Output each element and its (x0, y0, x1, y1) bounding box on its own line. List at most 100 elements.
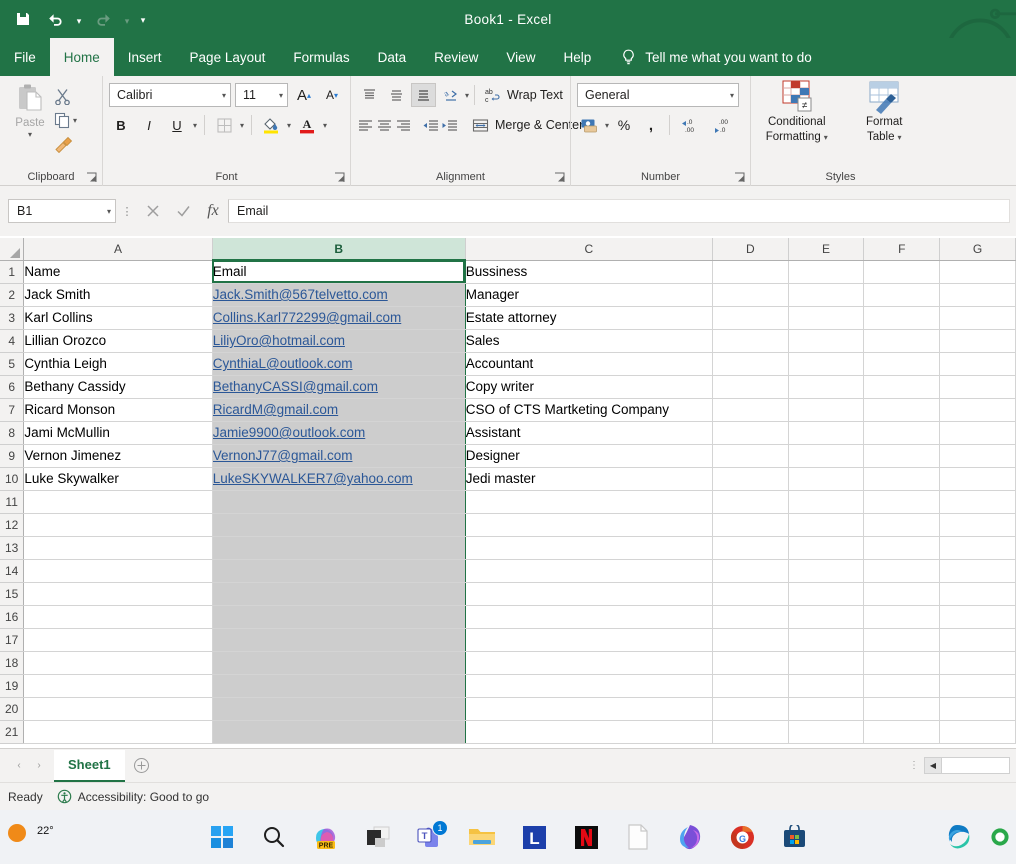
cell-A17[interactable] (24, 628, 212, 651)
cell-B16[interactable] (212, 605, 465, 628)
format-as-table-dropdown-icon[interactable]: ▾ (897, 133, 901, 142)
cell-F9[interactable] (864, 444, 940, 467)
cell-A14[interactable] (24, 559, 212, 582)
cell-F3[interactable] (864, 306, 940, 329)
cell-F5[interactable] (864, 352, 940, 375)
cell-F7[interactable] (864, 398, 940, 421)
cell-B11[interactable] (212, 490, 465, 513)
decrease-decimal-button[interactable]: .00 .0 (709, 113, 739, 137)
borders-button[interactable] (212, 113, 236, 137)
cell-A7[interactable]: Ricard Monson (24, 398, 212, 421)
cell-D7[interactable] (712, 398, 788, 421)
row-header-9[interactable]: 9 (0, 444, 24, 467)
netflix-icon[interactable] (569, 820, 603, 854)
cell-D17[interactable] (712, 628, 788, 651)
email-link[interactable]: CynthiaL@outlook.com (213, 356, 353, 371)
cell-D6[interactable] (712, 375, 788, 398)
redo-icon[interactable] (88, 4, 118, 34)
cell-G18[interactable] (940, 651, 1016, 674)
cell-D13[interactable] (712, 536, 788, 559)
cell-C6[interactable]: Copy writer (465, 375, 712, 398)
cell-B10[interactable]: LukeSKYWALKER7@yahoo.com (212, 467, 465, 490)
font-dialog-launcher-icon[interactable] (334, 172, 345, 183)
row-header-17[interactable]: 17 (0, 628, 24, 651)
orientation-button[interactable]: a (438, 83, 463, 107)
row-header-15[interactable]: 15 (0, 582, 24, 605)
row-header-6[interactable]: 6 (0, 375, 24, 398)
cell-D16[interactable] (712, 605, 788, 628)
align-right-button[interactable] (395, 113, 412, 137)
cell-E18[interactable] (788, 651, 864, 674)
italic-button[interactable]: I (137, 113, 161, 137)
cell-E21[interactable] (788, 720, 864, 743)
tab-view[interactable]: View (492, 38, 549, 76)
cell-A6[interactable]: Bethany Cassidy (24, 375, 212, 398)
decrease-indent-button[interactable] (422, 113, 439, 137)
underline-dropdown-icon[interactable]: ▾ (193, 121, 197, 130)
font-size-combo[interactable]: 11 ▾ (235, 83, 288, 107)
cell-E8[interactable] (788, 421, 864, 444)
tab-home[interactable]: Home (50, 38, 114, 76)
column-header-g[interactable]: G (940, 238, 1016, 260)
redo-dropdown-icon[interactable]: ▾ (120, 4, 134, 34)
cell-E17[interactable] (788, 628, 864, 651)
cell-F13[interactable] (864, 536, 940, 559)
cell-E12[interactable] (788, 513, 864, 536)
column-header-d[interactable]: D (712, 238, 788, 260)
cancel-entry-button[interactable] (138, 199, 168, 223)
green-app-icon[interactable] (990, 820, 1010, 854)
cell-E11[interactable] (788, 490, 864, 513)
scroll-split-grip[interactable]: ⋮ (904, 760, 924, 771)
cell-F10[interactable] (864, 467, 940, 490)
increase-indent-button[interactable] (441, 113, 458, 137)
cell-F18[interactable] (864, 651, 940, 674)
tab-formulas[interactable]: Formulas (279, 38, 363, 76)
tab-data[interactable]: Data (364, 38, 421, 76)
percent-style-button[interactable]: % (612, 113, 636, 137)
cell-G11[interactable] (940, 490, 1016, 513)
underline-button[interactable]: U (165, 113, 189, 137)
cell-A8[interactable]: Jami McMullin (24, 421, 212, 444)
cell-E4[interactable] (788, 329, 864, 352)
cell-C13[interactable] (465, 536, 712, 559)
row-header-18[interactable]: 18 (0, 651, 24, 674)
cell-G6[interactable] (940, 375, 1016, 398)
start-icon[interactable] (205, 820, 239, 854)
cell-D15[interactable] (712, 582, 788, 605)
scroll-left-button[interactable]: ◀ (924, 757, 942, 774)
cell-E5[interactable] (788, 352, 864, 375)
cell-G7[interactable] (940, 398, 1016, 421)
copilot-icon[interactable]: PRE (309, 820, 343, 854)
cell-E13[interactable] (788, 536, 864, 559)
cell-B1[interactable]: Email (212, 260, 465, 283)
cell-A3[interactable]: Karl Collins (24, 306, 212, 329)
cell-F16[interactable] (864, 605, 940, 628)
row-header-19[interactable]: 19 (0, 674, 24, 697)
cell-C1[interactable]: Bussiness (465, 260, 712, 283)
column-header-f[interactable]: F (864, 238, 940, 260)
copy-dropdown-icon[interactable]: ▾ (73, 116, 77, 125)
cell-C9[interactable]: Designer (465, 444, 712, 467)
cell-A19[interactable] (24, 674, 212, 697)
align-middle-button[interactable] (384, 83, 409, 107)
cell-G8[interactable] (940, 421, 1016, 444)
email-link[interactable]: LukeSKYWALKER7@yahoo.com (213, 471, 413, 486)
wrap-text-button[interactable]: ab c Wrap Text (480, 87, 563, 104)
cell-G17[interactable] (940, 628, 1016, 651)
row-header-16[interactable]: 16 (0, 605, 24, 628)
microsoft-store-icon[interactable] (777, 820, 811, 854)
tab-page-layout[interactable]: Page Layout (176, 38, 280, 76)
cell-F8[interactable] (864, 421, 940, 444)
cell-B5[interactable]: CynthiaL@outlook.com (212, 352, 465, 375)
cell-C17[interactable] (465, 628, 712, 651)
cell-E16[interactable] (788, 605, 864, 628)
comma-style-button[interactable]: , (639, 113, 663, 137)
cell-G1[interactable] (940, 260, 1016, 283)
horizontal-scrollbar[interactable]: ◀ (924, 757, 1010, 774)
customize-quick-access-icon[interactable]: ▾ (136, 4, 150, 34)
cell-E20[interactable] (788, 697, 864, 720)
cell-C7[interactable]: CSO of CTS Martketing Company (465, 398, 712, 421)
cell-F19[interactable] (864, 674, 940, 697)
cell-C12[interactable] (465, 513, 712, 536)
teams-icon[interactable]: T 1 (413, 820, 447, 854)
